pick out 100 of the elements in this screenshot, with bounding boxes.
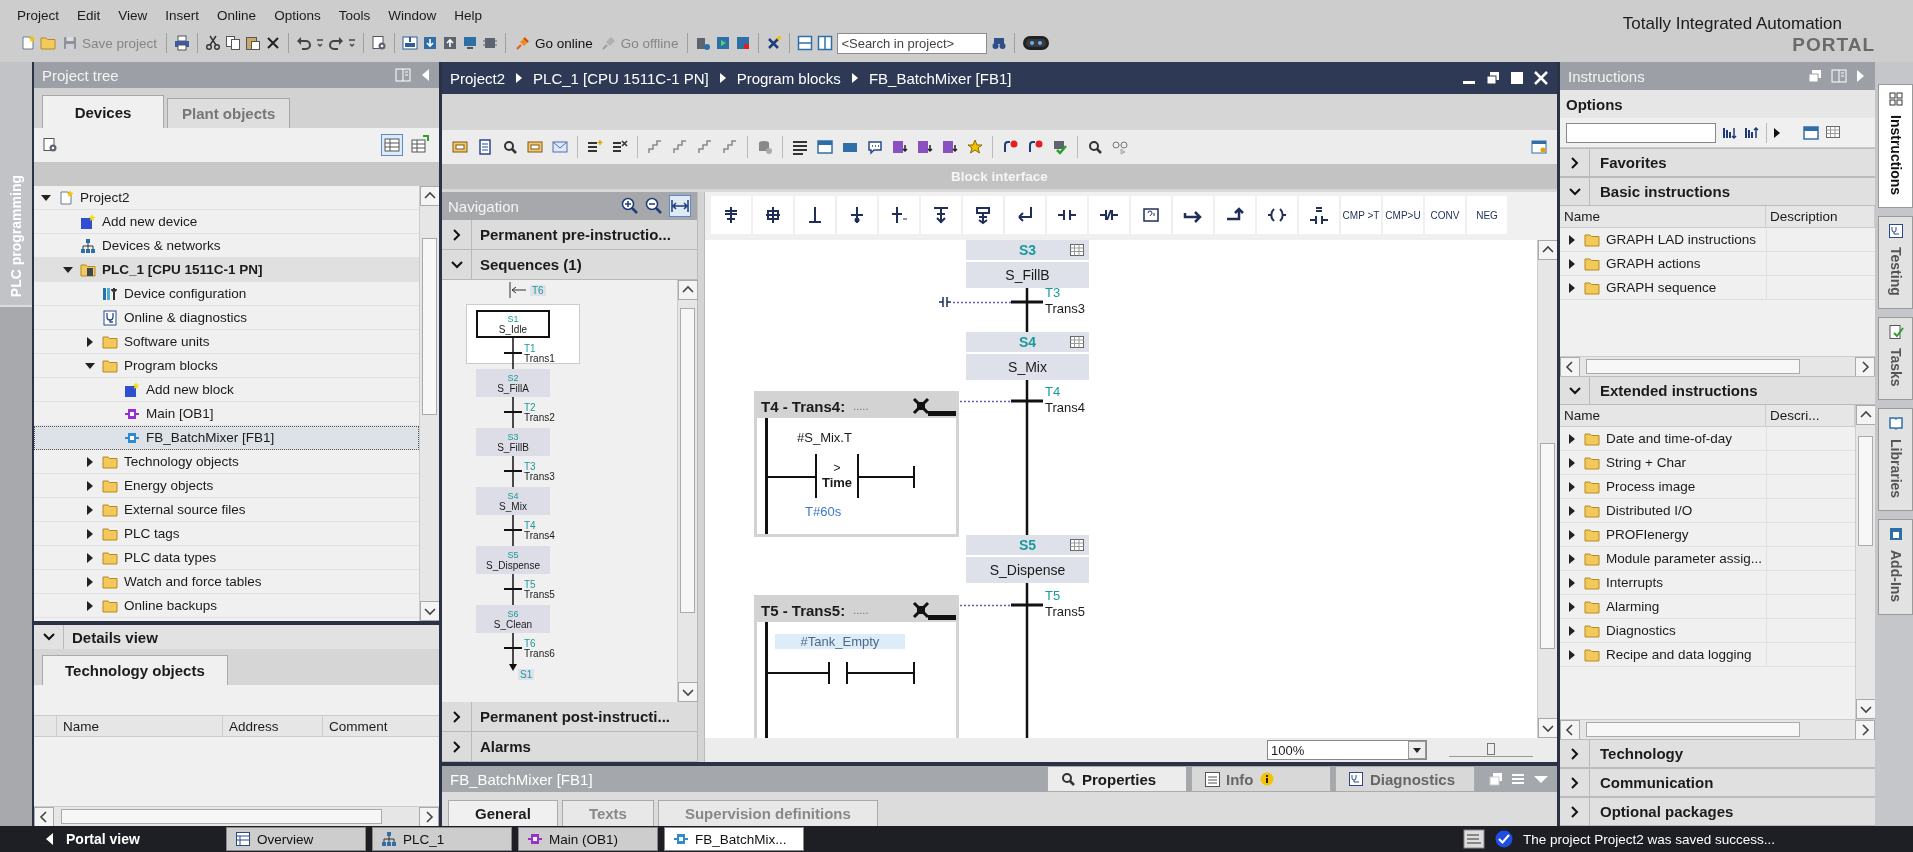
menu-item[interactable]: Window <box>379 7 446 23</box>
tree-item[interactable]: Add new block <box>34 378 419 402</box>
editor-tab[interactable]: Main (OB1) <box>518 827 658 851</box>
undo-icon[interactable] <box>296 35 313 51</box>
stop-block-icon[interactable] <box>735 35 752 51</box>
scroll-right-icon[interactable] <box>1855 720 1875 740</box>
menu-item[interactable]: Help <box>445 7 491 23</box>
scroll-left-icon[interactable] <box>1560 357 1580 377</box>
vertical-tab[interactable]: Instructions <box>1878 84 1913 209</box>
question-block-icon[interactable] <box>695 35 712 51</box>
table-icon[interactable] <box>1825 124 1841 141</box>
scrollbar-thumb[interactable] <box>1540 443 1555 650</box>
scroll-down-icon[interactable] <box>420 601 439 621</box>
scrollbar-thumb[interactable] <box>1858 435 1873 546</box>
scrollbar-thumb[interactable] <box>61 809 383 824</box>
window-icon[interactable] <box>1803 124 1819 141</box>
scroll-right-icon[interactable] <box>419 807 439 826</box>
fit-width-icon[interactable] <box>669 195 691 217</box>
instruction-folder[interactable]: Process image <box>1560 475 1766 498</box>
column-header[interactable]: Address <box>222 716 322 736</box>
sort-up-icon[interactable] <box>1744 124 1760 141</box>
glasses-icon[interactable] <box>1112 139 1128 155</box>
scroll-down-icon[interactable] <box>1538 718 1557 738</box>
download-block-icon[interactable] <box>402 35 419 51</box>
tree-item[interactable]: Project2 <box>34 186 419 210</box>
scroll-up-icon[interactable] <box>1856 405 1875 425</box>
menu-item[interactable]: Online <box>208 7 266 23</box>
block-icon[interactable] <box>527 139 543 155</box>
table-view-icon[interactable] <box>381 134 403 156</box>
instruction-folder[interactable]: Date and time-of-day <box>1560 427 1766 450</box>
instruction-folder[interactable]: Distributed I/O <box>1560 499 1766 522</box>
instruction-folder[interactable]: String + Char <box>1560 451 1766 474</box>
delete-lines-icon[interactable] <box>612 139 628 155</box>
instruction-folder[interactable]: PROFIenergy <box>1560 523 1766 546</box>
zoom-dropdown[interactable]: 100% <box>1267 740 1427 760</box>
cross-star-icon[interactable] <box>766 35 783 51</box>
tree-item[interactable]: Technology objects <box>34 450 419 474</box>
palette-button[interactable]: CMP >T <box>1341 196 1381 234</box>
close-icon[interactable] <box>1533 70 1549 86</box>
zoom-out-icon[interactable] <box>645 197 663 215</box>
document-gear-icon[interactable] <box>42 137 58 153</box>
magnifier-icon[interactable] <box>1087 139 1103 155</box>
binoculars-icon[interactable] <box>991 35 1008 51</box>
split-vertical-icon[interactable] <box>817 35 834 51</box>
bar-icon[interactable] <box>763 205 783 225</box>
star-icon[interactable] <box>967 139 983 155</box>
zoom-in-icon[interactable] <box>621 197 639 215</box>
tree-item[interactable]: PLC_1 [CPU 1511C-1 PN] <box>34 258 419 282</box>
download-icon[interactable] <box>422 35 439 51</box>
branch-down-icon[interactable] <box>931 205 951 225</box>
chip-icon[interactable] <box>482 35 499 51</box>
list-icon[interactable] <box>792 139 808 155</box>
restore-icon[interactable] <box>1485 70 1501 86</box>
properties-tab[interactable]: Info <box>1191 766 1331 792</box>
scrollbar-thumb[interactable] <box>680 307 695 614</box>
portal-view-button[interactable]: Portal view <box>0 826 226 852</box>
arrow-error-icon[interactable] <box>1002 139 1018 155</box>
tree-item[interactable]: Energy objects <box>34 474 419 498</box>
cylinder-icon[interactable] <box>757 139 773 155</box>
breadcrumb-item[interactable]: Project2 <box>450 69 506 87</box>
compare-contact-icon[interactable] <box>1309 205 1329 225</box>
properties-tab[interactable]: Properties <box>1047 766 1187 792</box>
breadcrumb-item[interactable]: FB_BatchMixer [FB1] <box>868 69 1012 87</box>
instruction-folder[interactable]: Module parameter assig... <box>1560 547 1766 570</box>
tree-item[interactable]: Software units <box>34 330 419 354</box>
printer-icon[interactable] <box>174 35 191 51</box>
tree-item[interactable]: PLC tags <box>34 522 419 546</box>
step-box[interactable]: S5 S_Dispense <box>476 546 550 574</box>
instruction-folder[interactable]: Recipe and data logging <box>1560 643 1766 666</box>
scroll-up-icon[interactable] <box>1538 240 1557 260</box>
scroll-down-icon[interactable] <box>1856 699 1875 719</box>
scrollbar-thumb[interactable] <box>422 237 437 416</box>
column-header[interactable]: Comment <box>322 716 439 736</box>
menu-item[interactable]: Edit <box>68 7 110 23</box>
step-box[interactable]: S4 S_Mix <box>476 487 550 515</box>
instruction-folder[interactable]: GRAPH actions <box>1560 252 1766 275</box>
tree-item[interactable]: Add new device <box>34 210 419 234</box>
magnifier-icon[interactable] <box>502 139 518 155</box>
panel-tab[interactable]: Technology objects <box>42 655 228 685</box>
scrollbar-thumb[interactable] <box>1585 359 1800 374</box>
table-arrow-icon[interactable] <box>409 134 431 156</box>
step-box[interactable]: S2 S_FillA <box>476 369 550 397</box>
editor-tab[interactable]: Overview <box>226 827 366 851</box>
slider-thumb[interactable] <box>1487 743 1495 755</box>
document-list-icon[interactable] <box>1463 829 1485 849</box>
breadcrumb-item[interactable]: Program blocks <box>736 69 841 87</box>
vertical-tab[interactable]: Testing <box>1878 216 1913 309</box>
menu-item[interactable]: Options <box>265 7 330 23</box>
copy-icon[interactable] <box>225 35 242 51</box>
column-header[interactable]: Name <box>56 716 222 736</box>
instruction-folder[interactable]: Interrupts <box>1560 571 1766 594</box>
zoom-slider[interactable] <box>1449 743 1533 757</box>
lines-download-icon[interactable] <box>942 139 958 155</box>
menu-item[interactable]: Project <box>8 7 69 23</box>
tree-item[interactable]: Online & diagnostics <box>34 306 419 330</box>
split-horizontal-icon[interactable] <box>797 35 814 51</box>
scroll-right-icon[interactable] <box>1855 357 1875 377</box>
vertical-tab[interactable]: Tasks <box>1878 316 1913 400</box>
menu-item[interactable]: Insert <box>156 7 209 23</box>
properties-tab[interactable]: Diagnostics <box>1335 766 1475 792</box>
